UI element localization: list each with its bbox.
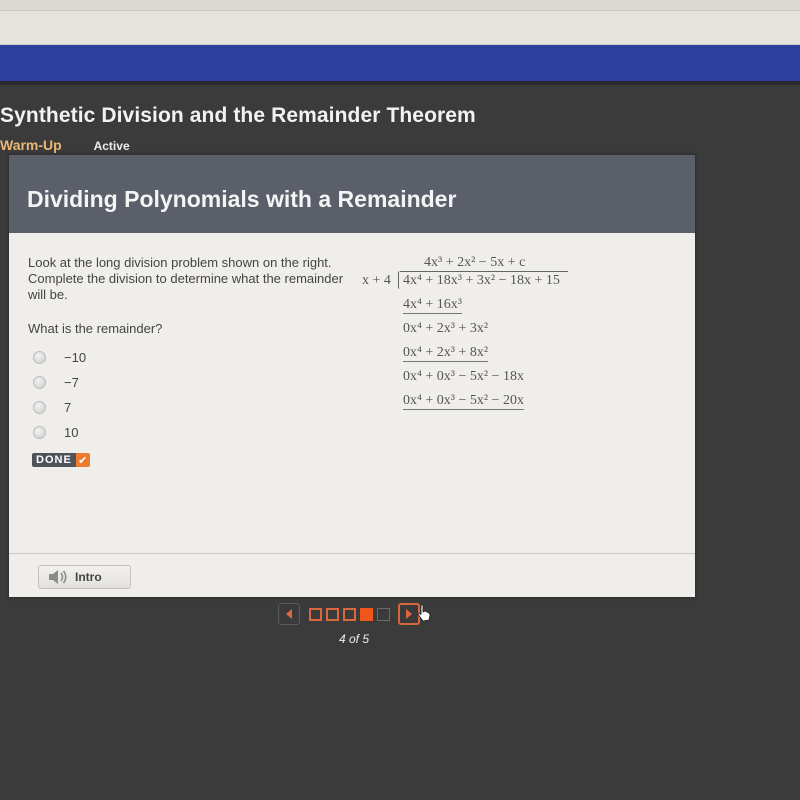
division-step: 4x⁴ + 16x³ [403, 297, 462, 314]
page-indicator-3[interactable] [343, 607, 356, 621]
radio-button[interactable] [33, 376, 46, 389]
page-navigator [278, 603, 420, 625]
activity-card: Dividing Polynomials with a Remainder Lo… [9, 155, 695, 597]
answer-option[interactable]: −7 [33, 370, 86, 395]
done-button[interactable]: DONE ✔ [32, 453, 90, 467]
intro-button[interactable]: Intro [38, 565, 131, 589]
status-label: Active [93, 139, 130, 153]
radio-button[interactable] [33, 426, 46, 439]
quotient: 4x³ + 2x² − 5x + c [424, 255, 525, 271]
division-step: 0x⁴ + 2x³ + 8x² [403, 345, 489, 362]
answer-option[interactable]: −10 [33, 345, 86, 370]
option-label: 7 [64, 400, 72, 415]
divisor: x + 4 [362, 273, 391, 288]
quotient-term: + c [507, 255, 526, 270]
card-title: Dividing Polynomials with a Remainder [27, 186, 457, 212]
option-label: −7 [64, 375, 79, 390]
course-title: Synthetic Division and the Remainder The… [0, 104, 476, 127]
checkmark-icon: ✔ [75, 453, 90, 467]
division-step: 0x⁴ + 2x³ + 3x² [403, 321, 489, 336]
division-step: 0x⁴ + 0x³ − 5x² − 20x [403, 393, 524, 410]
speaker-icon [49, 570, 67, 584]
card-footer-divider [9, 553, 695, 554]
page-indicator-2[interactable] [326, 607, 339, 621]
option-label: −10 [64, 350, 87, 365]
page-indicator-1[interactable] [309, 607, 322, 621]
option-label: 10 [64, 425, 79, 440]
dividend: 4x⁴ + 18x³ + 3x² − 18x + 15 [403, 273, 560, 288]
intro-label: Intro [75, 570, 102, 584]
prompt-text: Look at the long division problem shown … [28, 255, 344, 302]
radio-button[interactable] [33, 401, 46, 414]
page-count-label: 4 of 5 [338, 632, 370, 646]
answer-option[interactable]: 10 [33, 420, 86, 445]
browser-toolbar [0, 0, 800, 45]
radio-button[interactable] [33, 351, 46, 364]
hand-cursor-icon [417, 604, 431, 622]
done-label: DONE [32, 453, 76, 467]
quotient-term: − 5x [478, 255, 505, 270]
arrow-left-icon [286, 609, 292, 619]
division-step: 0x⁴ + 0x³ − 5x² − 18x [403, 369, 524, 384]
address-bar[interactable] [0, 0, 800, 11]
page-indicator-5[interactable] [377, 607, 390, 621]
division-bracket [398, 271, 400, 289]
page-indicator-4[interactable] [360, 607, 373, 621]
section-label: Warm-Up [0, 137, 62, 153]
answer-option[interactable]: 7 [33, 395, 86, 420]
card-header: Dividing Polynomials with a Remainder [9, 155, 695, 233]
prev-page-button[interactable] [278, 603, 300, 625]
quotient-term: 4x³ [424, 255, 443, 270]
divider [0, 81, 800, 85]
division-bar [400, 271, 568, 272]
answer-options: −10 −7 7 10 [33, 345, 86, 445]
question-text: What is the remainder? [28, 321, 163, 336]
brand-banner [0, 45, 800, 81]
course-subheader: Warm-Up Active [0, 137, 130, 153]
arrow-right-icon [406, 609, 412, 619]
quotient-term: + 2x² [445, 255, 476, 270]
